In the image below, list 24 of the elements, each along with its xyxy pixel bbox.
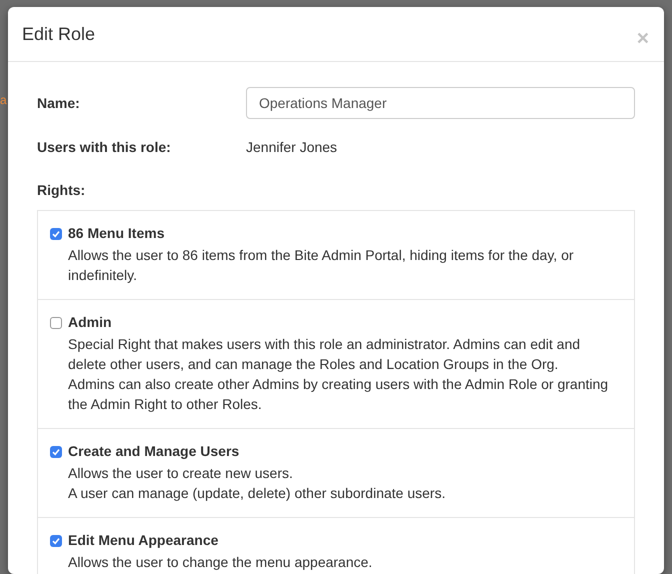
right-description: Special Right that makes users with this role an administrator. Admins can edit and delete other users, and can manage the Roles and Location Groups in the Org. <box>68 335 582 374</box>
right-description: Allows the user to 86 items from the Bite Admin Portal, hiding items for the day, or indefinitely. <box>68 246 575 285</box>
right-title: 86 Menu Items <box>68 225 166 242</box>
background-text: a <box>0 93 7 107</box>
field-value: Jennifer Jones <box>246 139 338 155</box>
checkbox[interactable] <box>50 317 62 329</box>
check-icon <box>52 448 60 456</box>
checkbox[interactable] <box>50 446 62 458</box>
field-label: Name: <box>37 95 81 111</box>
right-description: Allows the user to create new users. <box>68 464 294 483</box>
checkbox[interactable] <box>50 228 62 240</box>
section-label: Rights: <box>37 182 86 198</box>
right-title: Create and Manage Users <box>68 443 240 460</box>
field-label: Users with this role: <box>37 139 172 155</box>
right-title: Admin <box>68 314 113 331</box>
dialog-title: Edit Role <box>22 24 96 44</box>
check-icon <box>52 230 60 238</box>
right-description: Allows the user to change the menu appearance. <box>68 553 372 572</box>
input-field[interactable]: Operations Manager <box>246 87 635 119</box>
checkbox[interactable] <box>50 535 62 547</box>
right-title: Edit Menu Appearance <box>68 532 220 549</box>
right-description: Admins can also create other Admins by creating users with the Admin Role or granting the Admin Right to other Roles. <box>68 375 610 414</box>
check-icon <box>52 537 60 545</box>
right-description: A user can manage (update, delete) other subordinate users. <box>68 484 446 503</box>
